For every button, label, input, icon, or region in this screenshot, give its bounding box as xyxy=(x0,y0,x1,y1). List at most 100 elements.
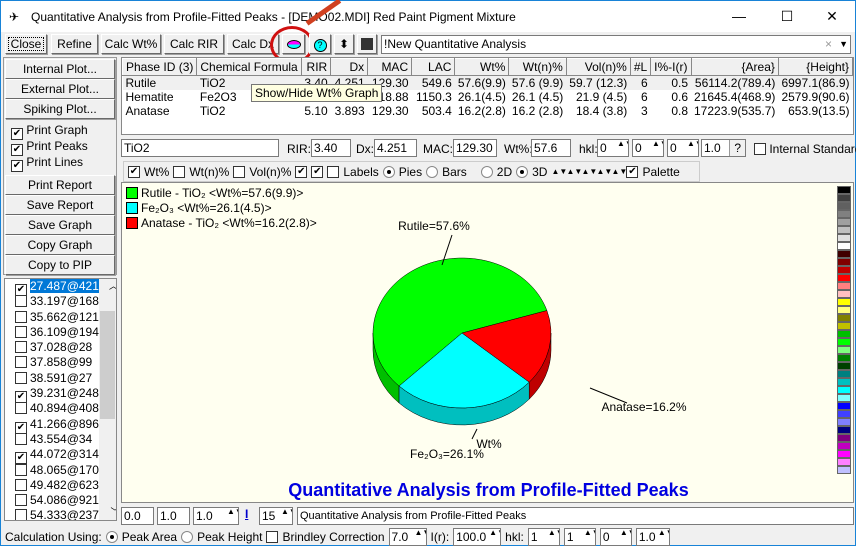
h2-stepper[interactable]: 1▲▼ xyxy=(527,528,560,546)
palette-swatch[interactable] xyxy=(837,186,851,194)
palette-swatch[interactable] xyxy=(837,202,851,210)
scroll-up-icon[interactable]: ︿ xyxy=(104,279,116,294)
peak-height-radio[interactable] xyxy=(181,531,194,543)
palette-swatch[interactable] xyxy=(837,266,851,274)
palette-swatch[interactable] xyxy=(837,450,851,458)
palette-swatch[interactable] xyxy=(837,306,851,314)
print-option-2[interactable]: ✔ Print Lines xyxy=(11,155,83,172)
internal-standard-checkbox[interactable]: Internal Standard xyxy=(754,142,856,156)
peak-checkbox[interactable] xyxy=(15,310,27,323)
palette-swatch[interactable] xyxy=(837,442,851,450)
minimize-button[interactable]: — xyxy=(716,1,762,32)
peak-checkbox[interactable] xyxy=(15,494,27,507)
print-option-1[interactable]: ✔ Print Peaks xyxy=(11,139,88,156)
option-checkbox-2[interactable]: ✔ xyxy=(311,165,324,178)
report-button-0[interactable]: Print Report xyxy=(5,175,115,195)
help-button[interactable]: ? xyxy=(309,34,331,54)
print-option-checkbox[interactable]: ✔ xyxy=(11,160,23,172)
column-header[interactable]: Vol(n)% xyxy=(565,58,631,76)
palette-swatch[interactable] xyxy=(837,386,851,394)
palette-swatch[interactable] xyxy=(837,298,851,306)
peak-checkbox[interactable] xyxy=(15,478,27,491)
peak-list-scrollbar[interactable]: ︿ ﹀ xyxy=(99,279,116,520)
brindley-checkbox[interactable] xyxy=(266,531,279,543)
internal-standard-check[interactable] xyxy=(754,143,766,155)
column-header[interactable]: Chemical Formula xyxy=(196,58,302,76)
column-header[interactable]: Wt% xyxy=(454,58,510,76)
table-row[interactable]: Hematite Fe2O3 18.88 1150.3 26.1(4.5) 26.1 (4… xyxy=(123,90,853,104)
peak-checkbox[interactable] xyxy=(15,402,27,415)
close-button[interactable]: Close xyxy=(5,34,47,54)
report-button-3[interactable]: Copy Graph xyxy=(5,235,115,255)
peak-checkbox[interactable] xyxy=(15,341,27,354)
labels-checkbox[interactable] xyxy=(327,165,340,178)
dropdown-arrow-icon[interactable]: ▼ xyxy=(839,36,848,52)
palette-swatch[interactable] xyxy=(837,314,851,322)
l2-stepper[interactable]: 0▲▼ xyxy=(599,528,632,546)
close-window-button[interactable]: ✕ xyxy=(809,1,855,32)
v1-input[interactable]: 0.0 xyxy=(121,507,154,525)
palette-swatch[interactable] xyxy=(837,242,851,250)
peak-checkbox[interactable] xyxy=(15,463,27,476)
palette-swatch[interactable] xyxy=(837,282,851,290)
font-size-stepper[interactable]: 15▲▼ xyxy=(259,507,293,525)
palette-swatch[interactable] xyxy=(837,426,851,434)
palette-swatch[interactable] xyxy=(837,418,851,426)
palette-swatch[interactable] xyxy=(837,290,851,298)
wt-checkbox[interactable]: ✔ xyxy=(128,165,140,178)
column-header[interactable]: Phase ID (3) xyxy=(122,58,198,76)
palette-swatch[interactable] xyxy=(837,218,851,226)
refine-button[interactable]: Refine xyxy=(51,34,98,54)
clear-icon[interactable]: × xyxy=(825,36,832,52)
table-row[interactable]: Anatase TiO2 5.10 3.893 129.30 503.4 16.2(2.8)… xyxy=(123,104,853,118)
column-header[interactable]: Wt(n)% xyxy=(508,58,567,76)
palette-swatch[interactable] xyxy=(837,274,851,282)
wt-input[interactable]: 57.6 xyxy=(531,139,571,157)
calc-rir-button[interactable]: Calc RIR xyxy=(164,34,224,54)
k-stepper[interactable]: 0▲▼ xyxy=(632,139,664,157)
h-stepper[interactable]: 0▲▼ xyxy=(597,139,629,157)
wtn-checkbox[interactable] xyxy=(173,165,186,178)
brindley-stepper[interactable]: 7.0▲▼ xyxy=(388,528,427,546)
peak-area-radio[interactable] xyxy=(105,531,118,543)
palette-swatch[interactable] xyxy=(837,354,851,362)
column-header[interactable]: I%-I(r) xyxy=(650,58,692,76)
column-header[interactable]: Dx xyxy=(330,58,369,76)
palette-swatch[interactable] xyxy=(837,194,851,202)
palette-swatch[interactable] xyxy=(837,370,851,378)
phase-table[interactable]: Phase ID (3) Chemical Formula RIR Dx MAC LAC W… xyxy=(121,57,854,135)
palette-swatch[interactable] xyxy=(837,394,851,402)
scale-input[interactable]: 1.0? xyxy=(701,139,746,157)
palette-swatch[interactable] xyxy=(837,458,851,466)
report-button-2[interactable]: Save Graph xyxy=(5,215,115,235)
column-header[interactable]: #L xyxy=(629,58,652,76)
rir-input[interactable]: 3.40 xyxy=(311,139,351,157)
scale2-stepper[interactable]: 1.0▲▼ xyxy=(635,528,670,546)
peak-list[interactable]: ✔ 27.487@4210 33.197@1685 35.662@1213 36.109… xyxy=(4,278,117,521)
peak-checkbox[interactable] xyxy=(15,371,27,384)
spinner-2[interactable]: ▲▼ xyxy=(566,167,582,176)
up-down-button[interactable]: ⬍ xyxy=(334,34,354,54)
query-button[interactable]: ? xyxy=(729,140,745,156)
left-button-1[interactable]: External Plot... xyxy=(5,79,115,99)
graph-title-input[interactable]: Quantitative Analysis from Profile-Fitte… xyxy=(297,507,854,525)
column-header[interactable]: {Area} xyxy=(690,58,779,76)
3d-radio[interactable] xyxy=(516,165,529,178)
peak-checkbox[interactable] xyxy=(15,356,27,369)
pies-radio[interactable] xyxy=(382,165,395,178)
l-stepper[interactable]: 0▲▼ xyxy=(667,139,699,157)
v2-input[interactable]: 1.0 xyxy=(157,507,190,525)
palette-swatch[interactable] xyxy=(837,330,851,338)
column-header[interactable]: LAC xyxy=(411,58,456,76)
report-button-4[interactable]: Copy to PIP xyxy=(5,255,115,275)
mac-input[interactable]: 129.30 xyxy=(453,139,497,157)
maximize-button[interactable]: ☐ xyxy=(764,1,810,32)
palette-swatch[interactable] xyxy=(837,234,851,242)
ir-stepper[interactable]: 100.0▲▼ xyxy=(453,528,502,546)
left-button-0[interactable]: Internal Plot... xyxy=(5,59,115,79)
font-icon[interactable]: I xyxy=(245,507,248,521)
peak-checkbox[interactable] xyxy=(15,295,27,308)
peak-checkbox[interactable] xyxy=(15,432,27,445)
spinner-1[interactable]: ▲▼ xyxy=(551,167,567,176)
palette-swatch[interactable] xyxy=(837,338,851,346)
